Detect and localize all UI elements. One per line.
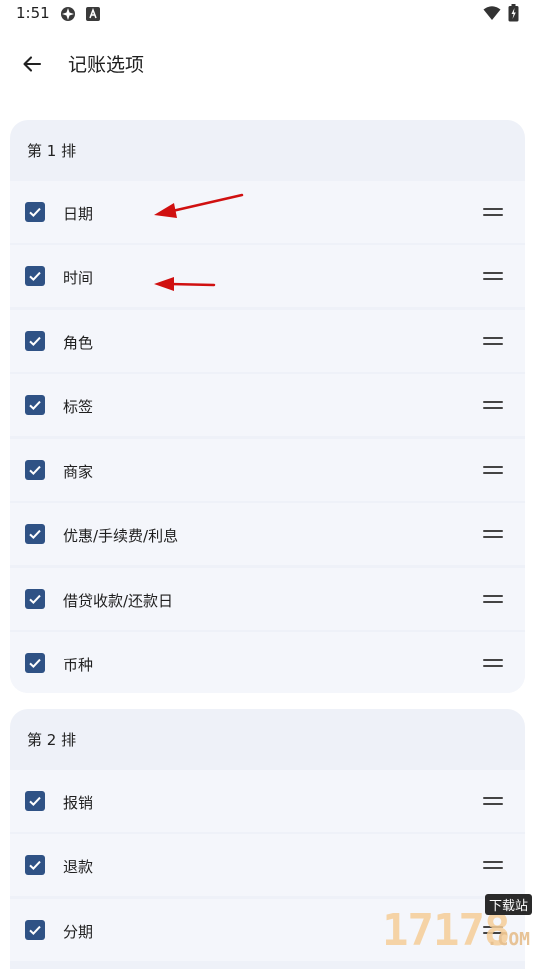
option-label: 借贷收款/还款日	[63, 591, 174, 610]
option-item-time[interactable]: 时间	[10, 245, 525, 307]
checkbox[interactable]	[25, 855, 45, 875]
check-icon	[29, 529, 41, 540]
option-label: 标签	[63, 398, 94, 416]
option-label: 退款	[63, 858, 94, 876]
check-icon	[29, 207, 41, 217]
option-label: 优惠/手续费/利息	[63, 527, 179, 545]
watermark-tag: 下载站	[484, 894, 532, 915]
app-notification-icon	[60, 6, 76, 26]
drag-handle-icon[interactable]	[483, 207, 503, 216]
checkbox[interactable]	[25, 588, 45, 609]
drag-handle-icon[interactable]	[483, 659, 503, 667]
option-item-discount-fee-interest[interactable]: 优惠/手续费/利息	[10, 503, 525, 565]
check-icon	[29, 271, 41, 282]
check-icon	[29, 594, 41, 604]
battery-icon	[508, 4, 519, 26]
group-row-1: 第 1 排 日期 时间 角色 标签 商家 优惠/手续费/利息 借贷收款/还款日 …	[10, 120, 525, 693]
checkbox[interactable]	[25, 459, 45, 480]
back-button[interactable]	[14, 46, 50, 82]
option-label: 时间	[63, 269, 94, 287]
site-watermark-logo: 17178 下载站 .COM	[304, 890, 534, 956]
group-header: 第 2 排	[10, 709, 525, 767]
checkbox[interactable]	[25, 653, 45, 673]
checkbox[interactable]	[25, 395, 45, 415]
option-item-refund[interactable]: 退款	[10, 834, 525, 896]
option-item-merchant[interactable]: 商家	[10, 438, 525, 501]
option-item-currency[interactable]: 币种	[10, 632, 525, 693]
wifi-icon	[483, 5, 501, 25]
checkbox[interactable]	[25, 330, 45, 351]
option-item-loan-dates[interactable]: 借贷收款/还款日	[10, 567, 525, 630]
status-time: 1:51	[16, 4, 50, 22]
checkbox[interactable]	[25, 201, 45, 222]
check-icon	[29, 658, 41, 669]
drag-handle-icon[interactable]	[483, 336, 503, 345]
drag-handle-icon[interactable]	[483, 401, 503, 409]
annotation-arrow-icon	[154, 193, 244, 218]
option-item-reimburse[interactable]: 报销	[10, 769, 525, 832]
drag-handle-icon[interactable]	[483, 594, 503, 603]
option-item-role[interactable]: 角色	[10, 309, 525, 372]
annotation-arrow-icon	[154, 277, 216, 291]
check-icon	[29, 860, 41, 871]
group-title: 第 1 排	[27, 142, 77, 160]
drag-handle-icon[interactable]	[483, 272, 503, 280]
check-icon	[29, 796, 41, 806]
arrow-left-icon	[23, 56, 42, 72]
drag-handle-icon[interactable]	[483, 465, 503, 474]
option-label: 分期	[63, 922, 94, 941]
option-label: 币种	[63, 656, 94, 674]
check-icon	[29, 465, 41, 475]
checkbox[interactable]	[25, 266, 45, 286]
drag-handle-icon[interactable]	[483, 861, 503, 869]
option-item-date[interactable]: 日期	[10, 180, 525, 243]
option-item-tag[interactable]: 标签	[10, 374, 525, 436]
watermark-domain: .COM	[486, 929, 530, 950]
checkbox[interactable]	[25, 919, 45, 940]
option-label: 角色	[63, 333, 94, 352]
app-bar: 记账选项	[0, 36, 534, 92]
check-icon	[29, 925, 41, 935]
status-bar: 1:51	[0, 0, 534, 28]
check-icon	[29, 336, 41, 346]
check-icon	[29, 400, 41, 411]
drag-handle-icon[interactable]	[483, 796, 503, 805]
option-label: 日期	[63, 204, 94, 223]
group-header: 第 1 排	[10, 120, 525, 178]
checkbox[interactable]	[25, 790, 45, 811]
group-title: 第 2 排	[27, 731, 77, 749]
keyboard-notification-icon	[86, 6, 100, 25]
drag-handle-icon[interactable]	[483, 530, 503, 538]
page-title: 记账选项	[68, 54, 145, 76]
option-label: 报销	[63, 793, 94, 812]
checkbox[interactable]	[25, 524, 45, 544]
option-label: 商家	[63, 462, 94, 481]
